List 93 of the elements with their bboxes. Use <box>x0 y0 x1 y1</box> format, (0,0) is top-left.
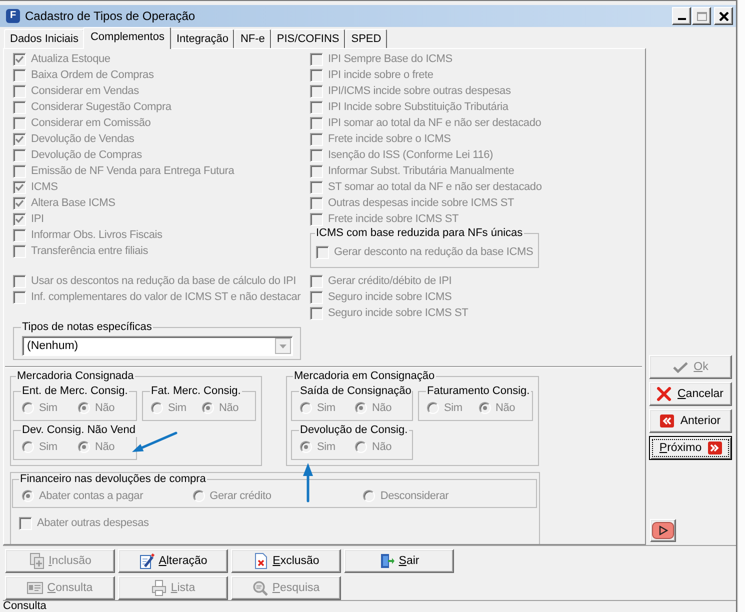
checkbox-label: Gerar crédito/débito de IPI <box>328 274 452 288</box>
maximize-icon <box>696 12 706 20</box>
radio-label: Não <box>372 440 392 454</box>
checkbox-label: Inf. complementares do valor de ICMS ST e não destacar <box>31 290 301 304</box>
caret-icon <box>275 338 291 354</box>
group-label: ICMS com base reduzida para NFs únicas <box>315 227 524 240</box>
group-label: Ent. de Merc. Consig. <box>21 385 129 398</box>
checkbox-label: Transferência entre filiais <box>31 244 148 258</box>
dropdown-field[interactable]: (Nenhum) <box>22 336 293 356</box>
play-icon <box>652 522 674 539</box>
tab[interactable]: Dados Iniciais <box>4 29 84 48</box>
radio-label: Não <box>496 402 516 414</box>
radio-label: Gerar crédito <box>210 490 272 502</box>
tab[interactable]: Integração <box>170 29 234 48</box>
checkbox-label: IPI Sempre Base do ICMS <box>328 52 452 66</box>
group-label: Saída de Consignação <box>299 385 412 398</box>
checkbox-label: Considerar Sugestão Compra <box>31 100 172 114</box>
checkbox-label: Informar Obs. Livros Fiscais <box>31 228 162 242</box>
double-chevron-left-icon <box>660 414 674 428</box>
checkbox-label: Gerar desconto na redução da base ICMS <box>334 246 534 258</box>
tab[interactable]: SPED <box>345 29 388 48</box>
group-label: Fat. Merc. Consig. <box>150 385 242 398</box>
radio-label: Não <box>219 402 239 414</box>
radio-label: Sim <box>317 402 336 414</box>
minimize-button[interactable] <box>672 7 691 25</box>
checkbox-label: IPI <box>31 212 44 226</box>
radio-label: Sim <box>39 440 58 454</box>
close-icon <box>718 12 728 20</box>
printer-icon <box>150 580 167 596</box>
app-logo: F <box>6 9 20 23</box>
group-label: Faturamento Consig. <box>426 385 531 398</box>
radio-label: Sim <box>168 402 186 414</box>
dialog-button[interactable]: Cancelar <box>649 382 732 406</box>
check-icon <box>672 362 688 372</box>
close-button[interactable] <box>714 7 733 25</box>
play-button[interactable] <box>650 519 676 542</box>
radio-label: Abater contas a pagar <box>39 490 144 502</box>
pencil-document-icon <box>138 553 155 569</box>
group-label: Mercadoria Consignada <box>16 370 135 383</box>
double-chevron-right-icon <box>708 441 722 455</box>
checkbox-label: Considerar em Comissão <box>31 116 151 130</box>
tab[interactable]: PIS/COFINS <box>270 29 346 48</box>
checkbox-label: Usar os descontos na redução da base de cálculo do IPI <box>31 274 296 288</box>
x-icon <box>657 387 672 401</box>
group-label: Mercadoria em Consignação <box>293 370 436 383</box>
checkbox-label: Isenção do ISS (Conforme Lei 116) <box>328 148 494 162</box>
search-icon <box>252 580 268 596</box>
checkbox-label: Abater outras despesas <box>37 516 149 530</box>
toolbar-button[interactable]: Exclusão <box>231 549 341 573</box>
radio-label: Sim <box>39 402 58 414</box>
window-title: Cadastro de Tipos de Operação <box>25 9 196 23</box>
checkbox-label: Frete incide sobre o ICMS <box>328 132 451 146</box>
dialog-button[interactable]: Próximo <box>649 436 732 460</box>
document-plus-icon <box>28 553 45 569</box>
toolbar-button[interactable]: Sair <box>344 549 454 573</box>
status-text: Consulta <box>3 601 46 612</box>
checkbox-label: Atualiza Estoque <box>31 52 110 66</box>
maximize-button[interactable] <box>692 7 711 25</box>
radio-label: Sim <box>317 440 336 454</box>
group-label: Financeiro nas devoluções de compra <box>19 473 207 486</box>
checkbox-label: Baixa Ordem de Compras <box>31 68 154 82</box>
checkbox-label: Outras despesas incide sobre ICMS ST <box>328 196 514 210</box>
checkbox-label: Devolução de Compras <box>31 148 142 162</box>
radio-label: Não <box>95 440 115 454</box>
checkbox-label: IPI/ICMS incide sobre outras despesas <box>328 84 511 98</box>
tab[interactable]: Complementos <box>83 27 172 49</box>
checkbox-label: IPI incide sobre o frete <box>328 68 434 82</box>
tab[interactable]: NF-e <box>234 29 271 48</box>
group-label: Tipos de notas específicas <box>21 321 153 334</box>
checkbox-label: ICMS <box>31 180 58 194</box>
checkbox-label: Considerar em Vendas <box>31 84 139 98</box>
group-label: Dev. Consig. Não Vend <box>21 424 137 437</box>
radio-label: Não <box>372 402 392 414</box>
radio-label: Não <box>95 402 115 414</box>
checkbox-label: ST somar ao total da NF e não ser destacado <box>328 180 542 194</box>
annotation-arrow <box>302 462 314 502</box>
door-icon <box>378 553 395 569</box>
checkbox-label: Devolução de Vendas <box>31 132 134 146</box>
checkbox-label: Informar Subst. Tributária Manualmente <box>328 164 514 178</box>
group-label: Devolução de Consig. <box>299 424 409 437</box>
radio-label: Desconsiderar <box>380 490 449 502</box>
document-x-icon <box>252 553 269 569</box>
checkbox-label: Altera Base ICMS <box>31 196 116 210</box>
toolbar-button[interactable]: Alteração <box>118 549 228 573</box>
dialog-button[interactable]: Anterior <box>649 409 732 433</box>
checkbox-label: IPI Incide sobre Substituição Tributária <box>328 100 508 114</box>
window-icon <box>27 580 44 596</box>
checkbox-label: Seguro incide sobre ICMS <box>328 290 452 304</box>
radio-label: Sim <box>444 402 462 414</box>
checkbox-label: IPI somar ao total da NF e não ser destacado <box>328 116 542 130</box>
checkbox-label: Emissão de NF Venda para Entrega Futura <box>31 164 234 178</box>
checkbox-label: Seguro incide sobre ICMS ST <box>328 306 468 320</box>
checkbox-label: Frete incide sobre ICMS ST <box>328 212 459 226</box>
